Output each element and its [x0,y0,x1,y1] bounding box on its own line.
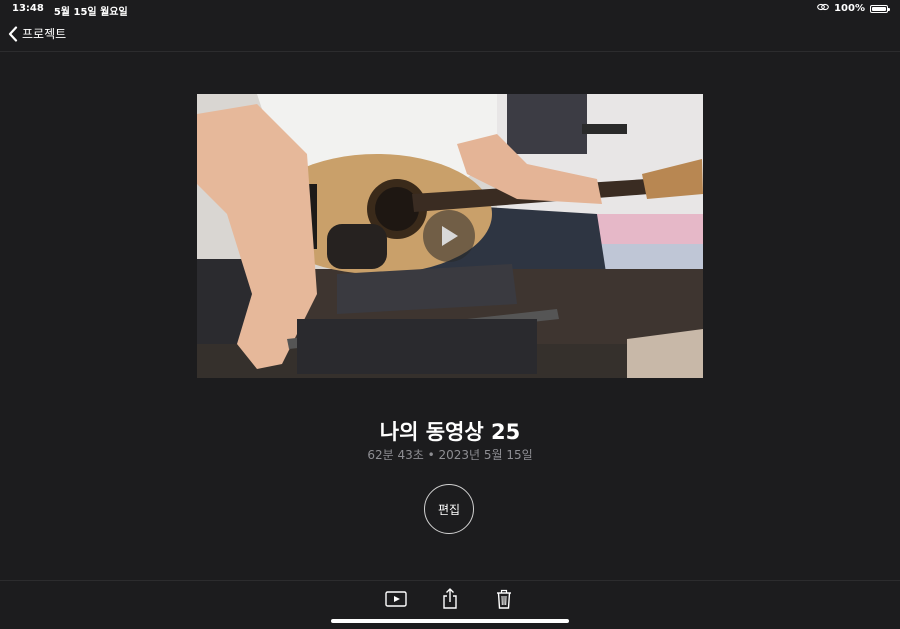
battery-icon [870,4,890,13]
edit-button-label: 편집 [437,502,461,517]
back-button[interactable]: 프로젝트 [8,25,66,42]
chevron-left-icon [8,25,18,42]
status-date: 5월 15일 월요일 [53,7,128,18]
status-bar: 13:48 5월 15일 월요일 100% [0,0,900,18]
video-thumbnail[interactable] [197,94,703,378]
status-left: 13:48 5월 15일 월요일 [12,3,128,18]
trash-icon[interactable] [492,587,516,611]
status-right: 100% [817,3,890,14]
back-label: 프로젝트 [22,27,67,41]
edit-button[interactable]: 편집 [424,484,474,534]
status-time: 13:48 [12,3,44,14]
project-meta: 62분 43초 • 2023년 5월 15일 [367,448,533,462]
share-icon[interactable] [438,587,462,611]
play-icon[interactable] [423,210,475,262]
link-icon [817,3,829,14]
home-indicator [331,619,569,623]
play-video-icon[interactable] [384,587,408,611]
project-title: 나의 동영상 25 [379,420,521,444]
screen: 13:48 5월 15일 월요일 100% 프로젝트 나의 동영상 25 62분… [0,0,900,629]
battery-fill [872,6,886,11]
battery-percent: 100% [834,3,865,14]
nav-bar: 프로젝트 [0,18,900,52]
